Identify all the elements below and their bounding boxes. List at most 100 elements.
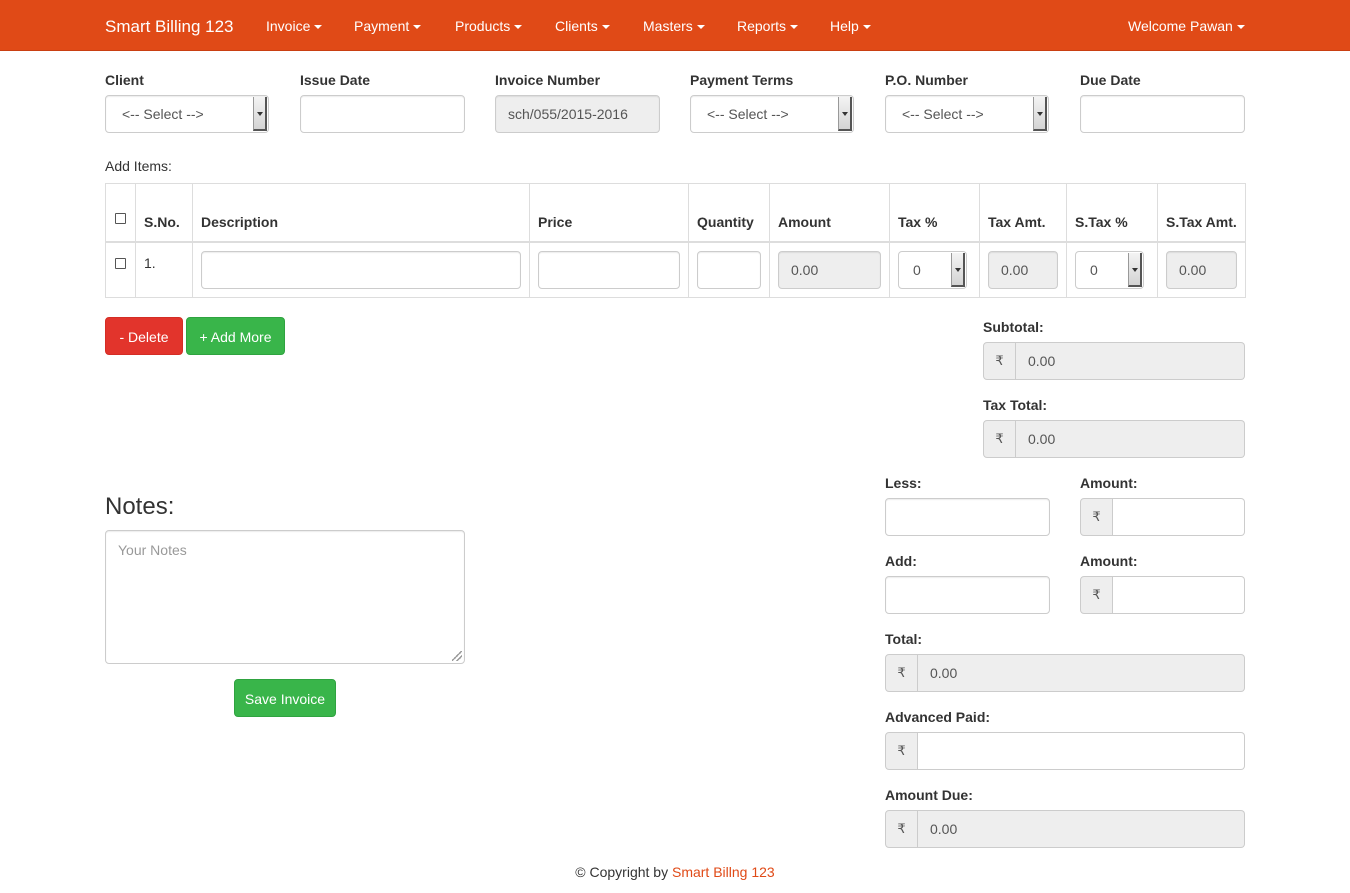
caret-down-icon <box>862 25 871 30</box>
add-label: Add: <box>885 553 917 569</box>
tax-pct-select[interactable]: 0 <box>898 250 967 289</box>
rupee-icon: ₹ <box>885 654 918 692</box>
tax-amt-field: 0.00 <box>988 250 1058 289</box>
less-amount-input[interactable] <box>1113 498 1245 536</box>
row-tax-pct-cell: 0 <box>889 241 980 298</box>
col-price: Price <box>529 183 689 243</box>
menu-help[interactable]: Help <box>830 0 871 51</box>
items-header-row: S.No. Description Price Quantity Amount … <box>105 183 1246 243</box>
po-number-select[interactable]: <-- Select --> <box>885 95 1049 133</box>
less-amount-group: ₹ <box>1080 498 1245 536</box>
add-input[interactable] <box>885 576 1050 614</box>
add-more-button[interactable]: + Add More <box>186 317 285 355</box>
stax-pct-value: 0 <box>1090 261 1098 278</box>
notes-title: Notes: <box>105 493 175 520</box>
amount-due-group: ₹ 0.00 <box>885 810 1245 848</box>
issue-date-label: Issue Date <box>300 72 371 88</box>
due-date-input[interactable] <box>1080 95 1245 133</box>
quantity-input[interactable] <box>697 250 761 289</box>
rupee-icon: ₹ <box>1080 498 1113 536</box>
menu-clients[interactable]: Clients <box>555 0 610 51</box>
select-all-checkbox[interactable] <box>115 212 126 224</box>
footer-link[interactable]: Smart Billng 123 <box>672 864 775 880</box>
caret-down-icon <box>514 25 523 30</box>
col-sno: S.No. <box>135 183 193 243</box>
issue-date-input[interactable] <box>300 95 465 133</box>
dropdown-arrow-icon[interactable] <box>1033 97 1047 131</box>
row-sno: 1. <box>135 241 193 298</box>
row-stax-amt-cell: 0.00 <box>1157 241 1246 298</box>
menu-payment-label: Payment <box>354 18 410 34</box>
advanced-paid-input[interactable] <box>918 732 1245 770</box>
caret-down-icon <box>696 25 705 30</box>
add-items-title: Add Items: <box>105 158 172 174</box>
row-select-cell <box>105 241 136 298</box>
rupee-icon: ₹ <box>885 810 918 848</box>
tax-total-group: ₹ 0.00 <box>983 420 1245 458</box>
caret-down-icon <box>314 25 323 30</box>
footer: © Copyright by Smart Billng 123 <box>0 864 1350 880</box>
invoice-number-label: Invoice Number <box>495 72 601 88</box>
row-checkbox[interactable] <box>115 257 126 269</box>
amount-due-field: 0.00 <box>918 810 1245 848</box>
rupee-icon: ₹ <box>983 342 1016 380</box>
price-input[interactable] <box>538 250 680 289</box>
user-menu[interactable]: Welcome Pawan <box>1128 0 1245 51</box>
stax-pct-select[interactable]: 0 <box>1075 250 1144 289</box>
menu-reports[interactable]: Reports <box>737 0 799 51</box>
col-quantity: Quantity <box>688 183 770 243</box>
tax-total-label: Tax Total: <box>983 397 1048 413</box>
tax-pct-value: 0 <box>913 261 921 278</box>
po-number-label: P.O. Number <box>885 72 968 88</box>
save-invoice-button[interactable]: Save Invoice <box>234 679 336 717</box>
payment-terms-label: Payment Terms <box>690 72 794 88</box>
brand-logo[interactable]: Smart Billing 123 <box>105 0 234 51</box>
notes-placeholder: Your Notes <box>118 542 187 558</box>
add-amount-label: Amount: <box>1080 553 1138 569</box>
col-stax-amt: S.Tax Amt. <box>1157 183 1246 243</box>
caret-down-icon <box>413 25 422 30</box>
caret-down-icon <box>790 25 799 30</box>
invoice-number-input: sch/055/2015-2016 <box>495 95 660 133</box>
add-amount-input[interactable] <box>1113 576 1245 614</box>
payment-terms-select[interactable]: <-- Select --> <box>690 95 854 133</box>
subtotal-group: ₹ 0.00 <box>983 342 1245 380</box>
client-label: Client <box>105 72 144 88</box>
notes-textarea[interactable]: Your Notes <box>105 530 465 664</box>
resize-grip-icon[interactable] <box>452 651 462 661</box>
amount-field: 0.00 <box>778 250 881 289</box>
dropdown-arrow-icon[interactable] <box>253 97 267 131</box>
col-description: Description <box>192 183 530 243</box>
user-menu-label: Welcome Pawan <box>1128 18 1233 34</box>
amount-due-label: Amount Due: <box>885 787 973 803</box>
menu-products[interactable]: Products <box>455 0 523 51</box>
payment-terms-select-value: <-- Select --> <box>707 106 789 122</box>
less-input[interactable] <box>885 498 1050 536</box>
less-amount-label: Amount: <box>1080 475 1138 491</box>
footer-copyright: © Copyright by <box>575 864 672 880</box>
dropdown-arrow-icon[interactable] <box>951 252 965 287</box>
total-label: Total: <box>885 631 923 647</box>
row-description-cell <box>192 241 530 298</box>
add-amount-group: ₹ <box>1080 576 1245 614</box>
less-label: Less: <box>885 475 922 491</box>
menu-payment[interactable]: Payment <box>354 0 422 51</box>
dropdown-arrow-icon[interactable] <box>838 97 852 131</box>
client-select[interactable]: <-- Select --> <box>105 95 269 133</box>
menu-help-label: Help <box>830 18 859 34</box>
caret-down-icon <box>1236 25 1245 30</box>
menu-invoice[interactable]: Invoice <box>266 0 323 51</box>
subtotal-field: 0.00 <box>1016 342 1245 380</box>
description-input[interactable] <box>201 250 521 289</box>
delete-button[interactable]: - Delete <box>105 317 183 355</box>
rupee-icon: ₹ <box>1080 576 1113 614</box>
subtotal-label: Subtotal: <box>983 319 1044 335</box>
dropdown-arrow-icon[interactable] <box>1128 252 1142 287</box>
select-all-cell <box>105 183 136 243</box>
advanced-paid-label: Advanced Paid: <box>885 709 991 725</box>
col-tax-amt: Tax Amt. <box>979 183 1067 243</box>
row-stax-pct-cell: 0 <box>1066 241 1158 298</box>
client-select-value: <-- Select --> <box>122 106 204 122</box>
menu-masters-label: Masters <box>643 18 693 34</box>
menu-masters[interactable]: Masters <box>643 0 705 51</box>
